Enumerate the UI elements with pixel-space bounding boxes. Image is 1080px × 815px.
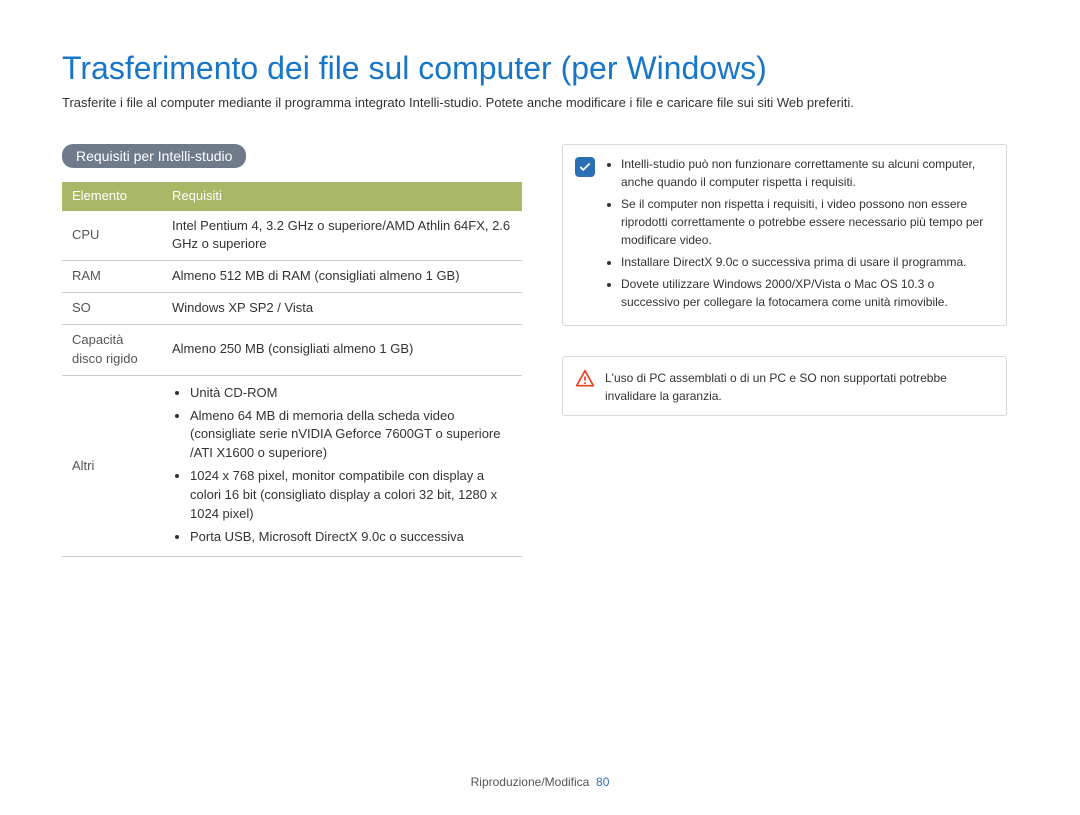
cell-label: Capacità disco rigido xyxy=(62,325,162,376)
th-requisiti: Requisiti xyxy=(162,182,522,211)
info-box: Intelli-studio può non funzionare corret… xyxy=(562,144,1007,326)
cell-value: Intel Pentium 4, 3.2 GHz o superiore/AMD… xyxy=(162,211,522,261)
right-column: Intelli-studio può non funzionare corret… xyxy=(562,144,1007,558)
table-row: RAM Almeno 512 MB di RAM (consigliati al… xyxy=(62,261,522,293)
th-elemento: Elemento xyxy=(62,182,162,211)
left-column: Requisiti per Intelli-studio Elemento Re… xyxy=(62,144,522,558)
cell-label: CPU xyxy=(62,211,162,261)
section-badge: Requisiti per Intelli-studio xyxy=(62,144,246,168)
cell-label: Altri xyxy=(62,375,162,557)
cell-label: RAM xyxy=(62,261,162,293)
info-item: Intelli-studio può non funzionare corret… xyxy=(621,155,992,191)
warning-text: L'uso di PC assemblati o di un PC e SO n… xyxy=(605,367,992,405)
table-row: SO Windows XP SP2 / Vista xyxy=(62,293,522,325)
cell-label: SO xyxy=(62,293,162,325)
table-row: Capacità disco rigido Almeno 250 MB (con… xyxy=(62,325,522,376)
footer-section: Riproduzione/Modifica xyxy=(471,775,590,789)
list-item: Unità CD-ROM xyxy=(190,384,512,403)
cell-value: Unità CD-ROM Almeno 64 MB di memoria del… xyxy=(162,375,522,557)
table-row: Altri Unità CD-ROM Almeno 64 MB di memor… xyxy=(62,375,522,557)
cell-value: Almeno 512 MB di RAM (consigliati almeno… xyxy=(162,261,522,293)
list-item: Almeno 64 MB di memoria della scheda vid… xyxy=(190,407,512,464)
requirements-table: Elemento Requisiti CPU Intel Pentium 4, … xyxy=(62,182,522,558)
info-item: Installare DirectX 9.0c o successiva pri… xyxy=(621,253,992,271)
cell-value: Almeno 250 MB (consigliati almeno 1 GB) xyxy=(162,325,522,376)
warning-box: L'uso di PC assemblati o di un PC e SO n… xyxy=(562,356,1007,416)
list-item: 1024 x 768 pixel, monitor compatibile co… xyxy=(190,467,512,524)
page-title: Trasferimento dei file sul computer (per… xyxy=(62,50,1018,87)
cell-value: Windows XP SP2 / Vista xyxy=(162,293,522,325)
list-item: Porta USB, Microsoft DirectX 9.0c o succ… xyxy=(190,528,512,547)
page-footer: Riproduzione/Modifica 80 xyxy=(0,775,1080,789)
info-item: Se il computer non rispetta i requisiti,… xyxy=(621,195,992,249)
info-item: Dovete utilizzare Windows 2000/XP/Vista … xyxy=(621,275,992,311)
table-row: CPU Intel Pentium 4, 3.2 GHz o superiore… xyxy=(62,211,522,261)
info-icon xyxy=(575,157,595,177)
intro-text: Trasferite i file al computer mediante i… xyxy=(62,95,1018,110)
warning-icon xyxy=(575,369,595,389)
footer-page-number: 80 xyxy=(596,775,609,789)
